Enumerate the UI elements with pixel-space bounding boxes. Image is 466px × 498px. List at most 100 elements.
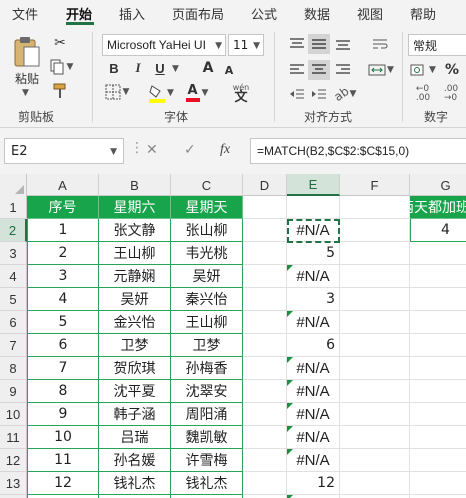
table-cell[interactable] bbox=[340, 242, 410, 265]
tab-data[interactable]: 数据 bbox=[304, 4, 330, 23]
tab-view[interactable]: 视图 bbox=[357, 4, 383, 23]
align-bottom-button[interactable] bbox=[332, 34, 354, 54]
increase-indent-button[interactable] bbox=[308, 84, 330, 104]
fill-color-button[interactable]: ▼ bbox=[148, 82, 174, 104]
font-color-button[interactable]: A ▼ bbox=[184, 82, 210, 104]
table-cell[interactable] bbox=[410, 449, 466, 472]
table-cell-index[interactable]: 4 bbox=[27, 288, 99, 311]
table-cell[interactable] bbox=[410, 311, 466, 334]
table-cell-sunday[interactable]: 王山柳 bbox=[171, 311, 243, 334]
match-result-cell[interactable]: #N/A bbox=[287, 311, 340, 334]
chevron-down-icon[interactable]: ▼ bbox=[172, 64, 179, 74]
table-cell[interactable] bbox=[340, 219, 410, 242]
table-cell[interactable] bbox=[410, 380, 466, 403]
column-header-d[interactable]: D bbox=[243, 174, 287, 196]
header-cell-sunday[interactable]: 星期天 bbox=[171, 196, 243, 219]
row-header[interactable]: 8 bbox=[0, 357, 27, 380]
table-cell[interactable] bbox=[340, 265, 410, 288]
column-header-c[interactable]: C bbox=[171, 174, 243, 196]
table-cell-sunday[interactable]: 钱礼杰 bbox=[171, 472, 243, 495]
row-header[interactable]: 7 bbox=[0, 334, 27, 357]
table-cell-index[interactable]: 12 bbox=[27, 472, 99, 495]
table-cell-sunday[interactable]: 卫梦 bbox=[171, 334, 243, 357]
chevron-down-icon[interactable]: ▼ bbox=[215, 41, 222, 51]
select-all-button[interactable] bbox=[0, 174, 27, 196]
header-cell-saturday[interactable]: 星期六 bbox=[99, 196, 171, 219]
formula-input[interactable]: =MATCH(B2,$C$2:$C$15,0) bbox=[250, 138, 466, 164]
table-cell[interactable] bbox=[243, 472, 287, 495]
copy-button[interactable]: ▼ bbox=[48, 58, 74, 76]
header-cell-index[interactable]: 序号 bbox=[27, 196, 99, 219]
accounting-format-button[interactable]: ▼ bbox=[410, 60, 436, 80]
row-header[interactable]: 3 bbox=[0, 242, 27, 265]
row-header[interactable]: 1 bbox=[0, 196, 27, 219]
table-cell[interactable] bbox=[340, 426, 410, 449]
match-result-cell[interactable]: #N/A bbox=[287, 219, 340, 242]
table-cell-sunday[interactable]: 孙梅香 bbox=[171, 357, 243, 380]
table-cell[interactable] bbox=[243, 288, 287, 311]
table-cell[interactable] bbox=[410, 288, 466, 311]
table-cell-sunday[interactable]: 秦兴怡 bbox=[171, 288, 243, 311]
borders-button[interactable]: ▼ bbox=[104, 82, 130, 102]
align-right-button[interactable] bbox=[332, 60, 354, 80]
match-result-cell[interactable]: #N/A bbox=[287, 357, 340, 380]
row-header[interactable]: 11 bbox=[0, 426, 27, 449]
table-cell[interactable] bbox=[340, 472, 410, 495]
table-cell[interactable] bbox=[287, 196, 340, 219]
table-cell-index[interactable]: 2 bbox=[27, 242, 99, 265]
tab-page-layout[interactable]: 页面布局 bbox=[172, 4, 224, 23]
insert-function-icon[interactable]: fx bbox=[220, 142, 230, 158]
row-header[interactable]: 12 bbox=[0, 449, 27, 472]
table-cell-index[interactable]: 3 bbox=[27, 265, 99, 288]
align-center-button[interactable] bbox=[308, 60, 330, 80]
tab-home[interactable]: 开始 bbox=[66, 4, 92, 23]
merge-center-button[interactable]: ▼ bbox=[366, 60, 396, 80]
match-result-cell[interactable]: 12 bbox=[287, 472, 340, 495]
table-cell-saturday[interactable]: 金兴怡 bbox=[99, 311, 171, 334]
table-cell-index[interactable]: 10 bbox=[27, 426, 99, 449]
match-result-cell[interactable]: #N/A bbox=[287, 449, 340, 472]
table-cell-saturday[interactable]: 贺欣琪 bbox=[99, 357, 171, 380]
row-header[interactable]: 2 bbox=[0, 219, 27, 242]
match-result-cell[interactable]: 5 bbox=[287, 242, 340, 265]
align-left-button[interactable] bbox=[286, 60, 308, 80]
table-cell-sunday[interactable]: 张山柳 bbox=[171, 219, 243, 242]
table-cell-saturday[interactable]: 卫梦 bbox=[99, 334, 171, 357]
decrease-indent-button[interactable] bbox=[286, 84, 308, 104]
row-header[interactable]: 13 bbox=[0, 472, 27, 495]
table-cell-index[interactable]: 11 bbox=[27, 449, 99, 472]
row-header[interactable]: 10 bbox=[0, 403, 27, 426]
percent-style-button[interactable]: % bbox=[442, 60, 462, 80]
table-cell[interactable] bbox=[243, 449, 287, 472]
table-cell[interactable] bbox=[410, 265, 466, 288]
table-cell[interactable] bbox=[243, 311, 287, 334]
match-result-cell[interactable]: #N/A bbox=[287, 426, 340, 449]
column-header-b[interactable]: B bbox=[99, 174, 171, 196]
table-cell-index[interactable]: 9 bbox=[27, 403, 99, 426]
table-cell-index[interactable]: 8 bbox=[27, 380, 99, 403]
table-cell-saturday[interactable]: 元静娴 bbox=[99, 265, 171, 288]
table-cell-sunday[interactable]: 沈翠安 bbox=[171, 380, 243, 403]
table-cell-sunday[interactable]: 魏凯敏 bbox=[171, 426, 243, 449]
chevron-down-icon[interactable]: ▼ bbox=[253, 41, 260, 51]
table-cell[interactable] bbox=[410, 426, 466, 449]
underline-button[interactable]: U bbox=[152, 59, 168, 77]
chevron-down-icon[interactable]: ▼ bbox=[110, 147, 117, 157]
table-cell-saturday[interactable]: 吕瑞 bbox=[99, 426, 171, 449]
table-cell[interactable] bbox=[410, 357, 466, 380]
table-cell[interactable] bbox=[410, 403, 466, 426]
table-cell[interactable] bbox=[243, 403, 287, 426]
table-cell-saturday[interactable]: 沈平夏 bbox=[99, 380, 171, 403]
align-middle-button[interactable] bbox=[308, 34, 330, 54]
table-cell[interactable] bbox=[340, 288, 410, 311]
table-cell[interactable] bbox=[410, 334, 466, 357]
number-format-select[interactable]: 常规 bbox=[408, 34, 466, 56]
table-cell-index[interactable]: 7 bbox=[27, 357, 99, 380]
increase-font-button[interactable]: A bbox=[200, 59, 216, 77]
wrap-text-button[interactable] bbox=[368, 34, 394, 54]
tab-insert[interactable]: 插入 bbox=[119, 4, 145, 23]
table-cell-index[interactable]: 1 bbox=[27, 219, 99, 242]
table-cell-sunday[interactable]: 许雪梅 bbox=[171, 449, 243, 472]
match-result-cell[interactable]: #N/A bbox=[287, 380, 340, 403]
bold-button[interactable]: B bbox=[106, 59, 122, 77]
